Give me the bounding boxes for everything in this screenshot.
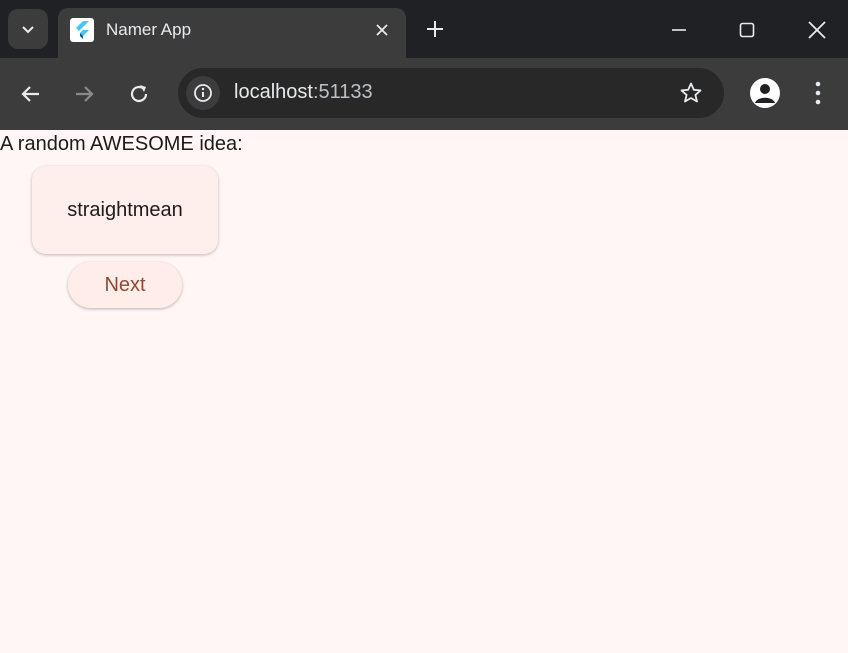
maximize-icon [739,22,755,38]
url-host: localhost [234,81,313,103]
reload-icon [130,85,148,103]
forward-button[interactable] [66,76,102,112]
reload-button[interactable] [121,76,157,112]
tab-strip: Namer App [0,0,848,58]
maximize-button[interactable] [727,10,767,50]
minimize-button[interactable] [659,10,699,50]
word-pair-card: straightmean [32,166,218,254]
close-icon [376,24,388,36]
chevron-down-icon [22,26,34,34]
browser-menu-button[interactable] [806,78,830,108]
url-text[interactable]: localhost:51133 [234,81,373,104]
site-info-button[interactable] [186,76,220,110]
next-button[interactable]: Next [68,262,182,308]
tab-close-button[interactable] [372,20,392,40]
tab-title: Namer App [106,20,192,39]
page-content: A random AWESOME idea: straightmean Next [0,130,848,653]
arrow-left-icon [21,86,39,102]
flutter-logo-icon [70,18,94,42]
plus-icon [427,21,443,37]
minimize-icon [672,29,686,31]
new-tab-button[interactable] [420,14,450,44]
tab-search-button[interactable] [8,9,48,49]
bookmark-button[interactable] [678,80,704,106]
person-icon [755,84,775,103]
address-bar[interactable]: localhost:51133 [178,68,724,118]
browser-window: Namer App localhost:51133 A random AWESO… [0,0,848,653]
profile-button[interactable] [750,78,780,108]
browser-toolbar: localhost:51133 [0,58,848,130]
more-vert-icon [815,81,821,105]
back-button[interactable] [13,76,49,112]
star-icon [680,82,702,103]
close-window-button[interactable] [797,10,837,50]
info-icon [194,84,212,102]
tab-namer-app[interactable]: Namer App [58,8,406,58]
word-pair-text: straightmean [67,198,183,221]
intro-text: A random AWESOME idea: [0,133,243,155]
url-port: :51133 [312,81,373,103]
close-icon [808,21,826,39]
arrow-right-icon [76,86,94,102]
